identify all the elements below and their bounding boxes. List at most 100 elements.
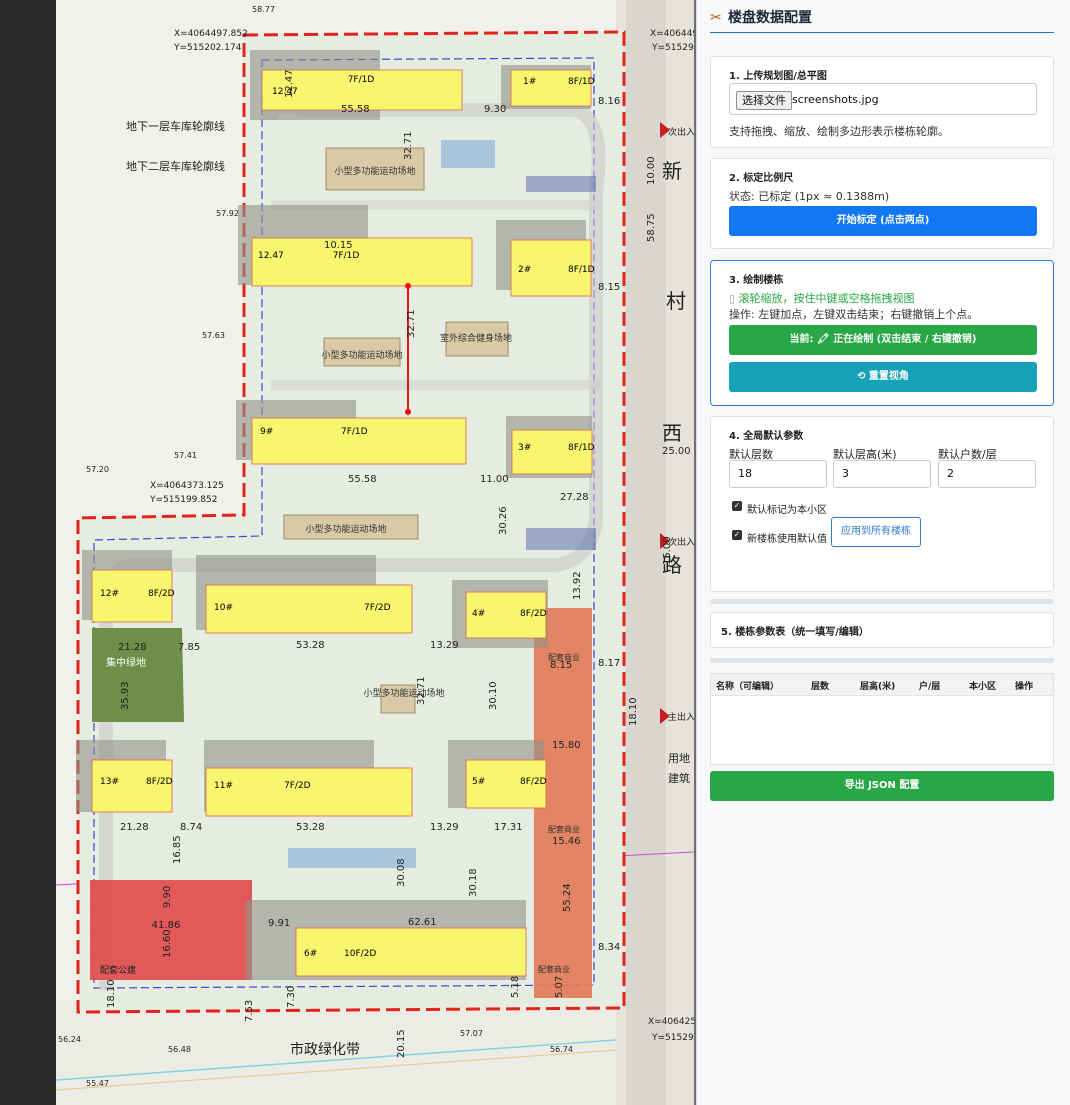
building-label-1: 1# [523,77,536,87]
calibration-point-start[interactable] [405,283,411,289]
dim-vert-17: 30.18 [468,868,479,897]
dim-vert-14: 30.26 [498,506,509,535]
col-units: 户/层 [919,682,941,692]
elev-9: 56.24 [58,1035,81,1044]
building-label-12: 12# [100,589,119,599]
choose-file-button[interactable]: 选择文件 [736,91,792,110]
dim-49: 8.34 [598,942,620,953]
dim-vert-3: 32.71 [406,309,417,338]
config-panel: ✂ 楼盘数据配置 1. 上传规划图/总平图 选择文件 screenshots.jp… [696,0,1070,1105]
dim-6: 11.00 [480,474,509,485]
table-header: 名称（可编辑） 层数 层高(米) 户/层 本小区 操作 [711,674,1053,696]
defaults-section-title: 4. 全局默认参数 [729,431,804,442]
building-sub-4: 8F/2D [520,609,547,619]
dim-41: 17.31 [494,822,523,833]
dim-4: 10.15 [324,240,353,251]
dim-vert-5: 35.93 [120,681,131,710]
dim-2: 9.30 [484,104,506,115]
label-fitness: 室外综合健身场地 [440,332,512,344]
app-root: 小型多功能运动场地 小型多功能运动场地 室外综合健身场地 小型多功能运动场地 小… [0,0,1070,1105]
building-label-b: 7F/1D [333,251,360,261]
coord-y-3: Y=51529 [651,43,694,53]
building-label-a: 7F/1D [348,75,375,85]
height-input[interactable]: 3 [833,460,931,488]
site-plan-drawing[interactable]: 小型多功能运动场地 小型多功能运动场地 室外综合健身场地 小型多功能运动场地 小… [56,0,694,1105]
left-dark-strip [0,0,56,1105]
label-basement-1: 地下一层车库轮廓线 [126,119,225,133]
building-label-10: 10# [214,603,233,613]
file-input[interactable]: 选择文件 screenshots.jpg [729,83,1037,115]
coord-x-2: X=4064373.125 [150,481,224,491]
draw-section: 3. 绘制楼栋 ▯ 滚轮缩放，按住中键或空格拖拽视图 操作: 左键加点，左键双击… [710,260,1054,406]
dim-vert-12: 10.00 [646,156,657,185]
building-sub-1: 8F/1D [568,77,595,87]
zoom-tip: ▯ 滚轮缩放，按住中键或空格拖拽视图 [729,292,915,305]
dim-36: 8.15 [550,660,572,671]
dim-29: 15.80 [552,740,581,751]
calibration-point-end[interactable] [405,409,411,415]
dim-37: 8.15 [598,282,620,293]
mouse-icon: ▯ [729,292,739,305]
label-exit-1: 次出入 [668,126,694,138]
dim-7: 53.28 [296,640,325,651]
use-defaults-checkbox[interactable]: ✓ [732,530,742,540]
dim-vert-1: 12.47 [284,69,295,98]
building-sub-9: 7F/1D [341,427,368,437]
building-dim-b: 12.47 [258,251,284,261]
dim-12: 13.29 [430,822,459,833]
params-section[interactable]: 5. 楼栋参数表（统一填写/编辑） [710,612,1054,648]
coord-y-1: Y=515202.174 [173,43,242,53]
reset-view-button[interactable]: ⟲ 重置视角 [729,362,1037,392]
dim-vert-24: 58.75 [646,213,657,242]
label-sport-4: 小型多功能运动场地 [363,687,444,699]
params-section-title: 5. 楼栋参数表（统一填写/编辑） [721,627,869,638]
road-char-2: 村 [666,289,686,313]
title-underline [710,32,1054,33]
label-sport-2: 小型多功能运动场地 [321,349,402,361]
export-json-button[interactable]: 导出 JSON 配置 [710,771,1054,801]
units-input[interactable]: 2 [938,460,1036,488]
dim-vert-16: 30.08 [396,858,407,887]
section-separator-2[interactable] [710,658,1054,663]
building-label-2: 2# [518,265,531,275]
label-sport-1: 小型多功能运动场地 [334,165,415,177]
col-height: 层高(米) [860,682,896,692]
dim-9: 21.28 [118,642,147,653]
elev-3: 57.92 [216,209,239,218]
label-landuse-1: 用地 [668,752,690,765]
building-label-4: 4# [472,609,485,619]
scale-section: 2. 标定比例尺 状态: 已标定 (1px ≈ 0.1388m) 开始标定 (点… [710,158,1054,249]
building-sub-5: 8F/2D [520,777,547,787]
col-floors: 层数 [811,682,830,692]
label-landuse-2: 建筑 [668,771,690,785]
section-separator-1[interactable] [710,599,1054,604]
draw-section-title: 3. 绘制楼栋 [729,275,784,286]
floors-input[interactable]: 18 [729,460,827,488]
default-community-checkbox[interactable]: ✓ [732,501,742,511]
coord-x-1: X=4064497.852 [174,29,248,39]
elev-8: 55.47 [86,1079,109,1088]
dim-vert-20: 7.30 [286,986,297,1008]
dim-5: 55.58 [348,474,377,485]
apply-all-button[interactable]: 应用到所有楼栋 [831,517,921,547]
use-defaults-label: 新楼栋使用默认值 [747,534,827,545]
upload-hint: 支持拖拽、缩放、绘制多边形表示楼栋轮廓。 [729,125,949,138]
dim-vert-22: 5.07 [554,976,565,998]
start-calibration-button[interactable]: 开始标定 (点击两点) [729,206,1037,236]
file-name: screenshots.jpg [792,93,879,106]
scale-section-title: 2. 标定比例尺 [729,173,794,184]
dim-1: 55.58 [341,104,370,115]
building-label-13: 13# [100,777,119,787]
dim-35: 8.16 [598,96,620,107]
building-label-11: 11# [214,781,233,791]
elev-5: 57.41 [174,451,197,460]
building-sub-10: 7F/2D [364,603,391,613]
dim-vert-2: 32.71 [403,131,414,160]
dim-39: 21.28 [120,822,149,833]
label-road-green: 市政绿化带 [290,1041,360,1058]
dim-vert-18: 18.10 [106,979,117,1008]
drawing-status-button[interactable]: 当前: 🖍 正在绘制 (双击结束 / 右键撤销) [729,325,1037,355]
site-plan-canvas[interactable]: 小型多功能运动场地 小型多功能运动场地 室外综合健身场地 小型多功能运动场地 小… [56,0,694,1105]
elev-10: 56.74 [550,1045,573,1054]
dim-vert-15: 16.85 [172,835,183,864]
